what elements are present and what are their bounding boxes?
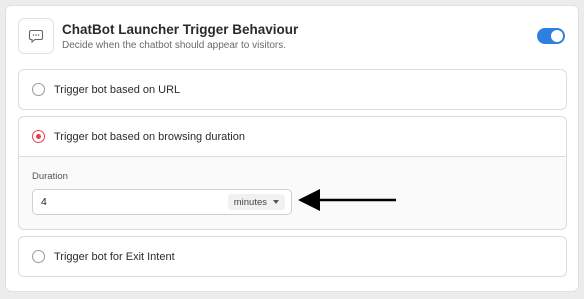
chevron-down-icon	[273, 200, 279, 204]
option-label-duration: Trigger bot based on browsing duration	[54, 130, 245, 143]
option-row-url[interactable]: Trigger bot based on URL	[19, 70, 566, 109]
option-trigger-url: Trigger bot based on URL	[18, 69, 567, 110]
option-label-url: Trigger bot based on URL	[54, 83, 181, 96]
duration-unit-select[interactable]: minutes	[227, 194, 285, 210]
toggle-knob	[551, 30, 563, 42]
option-trigger-exit-intent: Trigger bot for Exit Intent	[18, 236, 567, 277]
option-row-duration[interactable]: Trigger bot based on browsing duration	[19, 117, 566, 156]
duration-settings-panel: Duration 4 minutes	[19, 156, 566, 229]
trigger-behaviour-card: ChatBot Launcher Trigger Behaviour Decid…	[5, 5, 579, 292]
duration-unit-label: minutes	[233, 196, 267, 208]
radio-trigger-url[interactable]	[32, 83, 45, 96]
radio-trigger-duration[interactable]	[32, 130, 45, 143]
option-label-exit-intent: Trigger bot for Exit Intent	[54, 250, 175, 263]
duration-value[interactable]: 4	[41, 196, 47, 208]
page-subtitle: Decide when the chatbot should appear to…	[62, 40, 287, 51]
chat-bubble-icon	[28, 29, 44, 44]
page-title: ChatBot Launcher Trigger Behaviour	[62, 22, 299, 37]
radio-trigger-exit-intent[interactable]	[32, 250, 45, 263]
option-row-exit-intent[interactable]: Trigger bot for Exit Intent	[19, 237, 566, 276]
pointer-arrow-icon	[298, 189, 396, 211]
chatbot-icon-box	[18, 18, 54, 54]
duration-label: Duration	[32, 171, 68, 182]
chatbot-trigger-toggle[interactable]	[537, 28, 565, 44]
duration-field[interactable]: 4 minutes	[32, 189, 292, 215]
option-trigger-duration: Trigger bot based on browsing duration D…	[18, 116, 567, 230]
